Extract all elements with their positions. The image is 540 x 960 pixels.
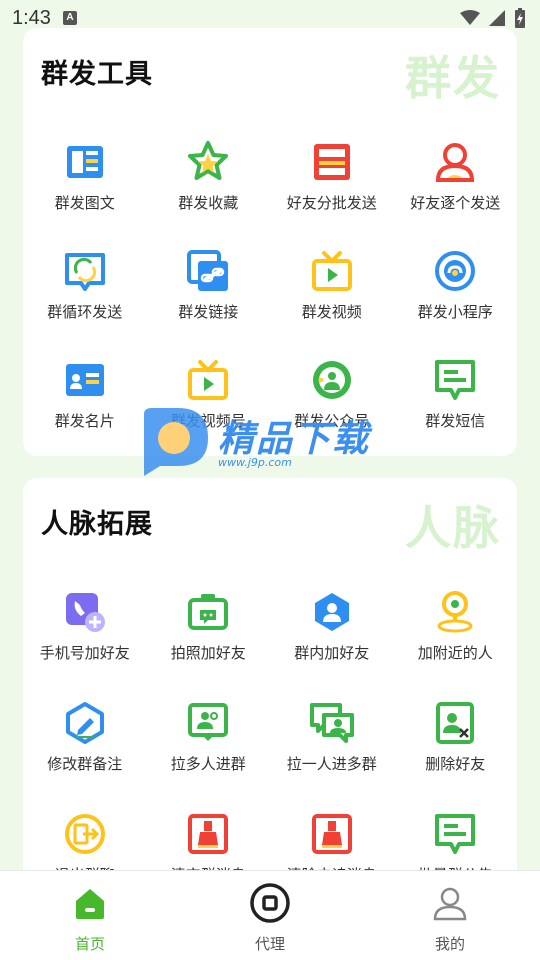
tool-grid: 手机号加好友 拍照加好友 群内加好友 加附近的人修改群备注 拉多人进群 拉一人进多群 删除好… <box>23 590 517 898</box>
tv-icon <box>188 360 229 400</box>
status-time: 1:43 <box>12 6 51 29</box>
agent-icon <box>250 883 290 923</box>
clean-icon <box>311 814 352 854</box>
star-icon <box>188 141 229 180</box>
tool-label: 群发短信 <box>425 412 486 430</box>
tool-label: 群发名片 <box>54 412 115 430</box>
section-title: 群发工具 <box>41 59 153 90</box>
loop-icon <box>64 253 105 291</box>
tool-label: 拉多人进群 <box>170 755 246 773</box>
group-person-icon <box>314 593 349 631</box>
nav-label: 我的 <box>434 935 465 953</box>
watermark-url: www.j9p.com <box>218 456 292 469</box>
tool-item[interactable]: 群发小程序 <box>394 249 518 358</box>
batch-send-icon <box>313 144 350 180</box>
tool-item[interactable]: 群发图文 <box>23 140 147 249</box>
tool-label: 群循环发送 <box>47 303 123 321</box>
battery-icon <box>515 8 525 28</box>
tool-item[interactable]: 拉一人进多群 <box>270 701 394 812</box>
signal-icon <box>489 10 505 26</box>
tool-label: 群发小程序 <box>417 303 493 321</box>
tool-label: 群发公众号 <box>294 412 370 430</box>
sms-icon <box>435 360 476 400</box>
tool-label: 群发链接 <box>178 303 239 321</box>
tool-label: 群发视频 <box>301 303 362 321</box>
tool-item[interactable]: 好友逐个发送 <box>394 140 518 249</box>
tool-item[interactable]: 加附近的人 <box>394 590 518 701</box>
delete-friend-icon <box>436 702 475 744</box>
tool-item[interactable]: 群发视频 <box>270 249 394 358</box>
home-icon <box>76 889 104 919</box>
section-watermark: 人脉 <box>405 501 501 555</box>
tool-item[interactable]: 群发收藏 <box>147 140 271 249</box>
phone-add-icon <box>65 593 105 632</box>
tool-label: 群发视频号 <box>170 412 246 430</box>
person-icon <box>436 143 475 182</box>
tool-label: 修改群备注 <box>47 755 123 773</box>
nav-item-profile[interactable]: 我的 <box>360 871 540 960</box>
nav-label: 代理 <box>254 935 285 953</box>
tool-label: 拉一人进多群 <box>286 755 377 773</box>
tool-item[interactable]: 群发公众号 <box>270 358 394 456</box>
tool-label: 群内加好友 <box>294 644 370 662</box>
tool-item[interactable]: 群发短信 <box>394 358 518 456</box>
nav-item-home[interactable]: 首页 <box>0 871 180 960</box>
tool-label: 删除好友 <box>425 755 486 773</box>
tool-label: 加附近的人 <box>417 644 493 662</box>
exit-icon <box>64 814 105 854</box>
group-send-tools-card: 群发 群发工具 群发图文 群发收藏 好友分批发送 好友逐个发送 群循环发送 群发链接 群发视… <box>23 28 517 456</box>
camera-icon <box>188 594 229 630</box>
tool-label: 手机号加好友 <box>39 644 130 662</box>
image-text-icon <box>66 146 103 178</box>
tool-label: 群发图文 <box>54 194 115 212</box>
tool-item[interactable]: 好友分批发送 <box>270 140 394 249</box>
card-icon <box>65 364 104 396</box>
nav-item-agent[interactable]: 代理 <box>180 871 360 960</box>
nav-label: 首页 <box>74 935 105 953</box>
tool-item[interactable]: 群发链接 <box>147 249 271 358</box>
notification-icon: A <box>62 11 77 25</box>
invite-many-icon <box>188 703 229 741</box>
tool-item[interactable]: 群发名片 <box>23 358 147 456</box>
tool-label: 拍照加好友 <box>170 644 246 662</box>
official-account-icon <box>312 361 351 399</box>
tool-item[interactable]: 群循环发送 <box>23 249 147 358</box>
link-icon <box>187 250 229 291</box>
tool-item[interactable]: 拍照加好友 <box>147 590 271 701</box>
tool-item[interactable]: 手机号加好友 <box>23 590 147 701</box>
edit-icon <box>65 702 104 744</box>
tool-item[interactable]: 群内加好友 <box>270 590 394 701</box>
mini-program-icon <box>435 251 476 291</box>
profile-icon <box>433 887 467 921</box>
tv-icon <box>311 251 352 291</box>
tool-label: 好友分批发送 <box>286 194 377 212</box>
sms-icon <box>435 814 476 854</box>
tool-grid: 群发图文 群发收藏 好友分批发送 好友逐个发送群循环发送 群发链接 群发视频 群发小程序群发… <box>23 140 517 456</box>
clean-icon <box>188 814 229 854</box>
tool-label: 群发收藏 <box>178 194 239 212</box>
tool-label: 好友逐个发送 <box>410 194 501 212</box>
bottom-nav: 首页 代理 我的 <box>0 870 540 960</box>
wifi-icon <box>460 10 480 25</box>
tool-item[interactable]: 群发视频号 <box>147 358 271 456</box>
network-expand-card: 人脉 人脉拓展 手机号加好友 拍照加好友 群内加好友 加附近的人修改群备注 拉多人进群 拉… <box>23 478 517 898</box>
tool-item[interactable]: 拉多人进群 <box>147 701 271 812</box>
invite-one-icon <box>309 703 354 743</box>
section-title: 人脉拓展 <box>41 509 153 540</box>
tool-item[interactable]: 删除好友 <box>394 701 518 812</box>
nearby-icon <box>437 591 473 633</box>
section-watermark: 群发 <box>405 51 501 105</box>
tool-item[interactable]: 修改群备注 <box>23 701 147 812</box>
